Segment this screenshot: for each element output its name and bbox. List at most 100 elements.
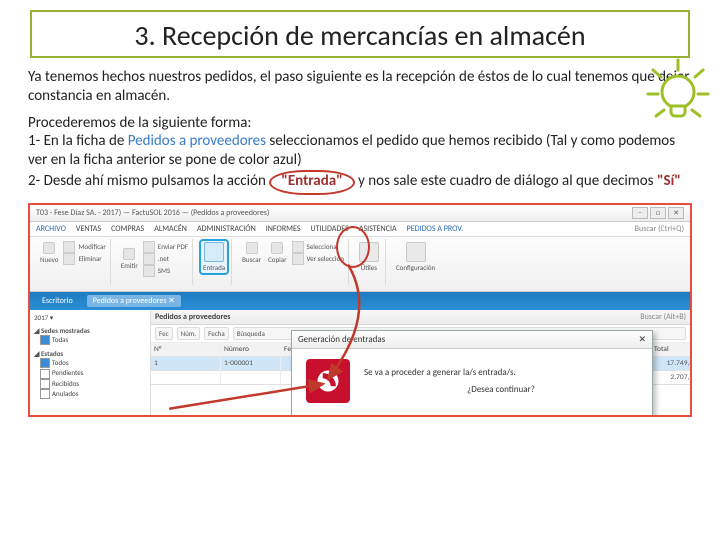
cell: 17.749,60: [651, 357, 690, 370]
menu-pedidos[interactable]: PEDIDOS A PROV.: [407, 224, 463, 234]
cell: 1-000001: [221, 357, 281, 370]
sect-estados: ◢ Estados: [34, 349, 146, 358]
ribbon-net[interactable]: .net: [143, 253, 188, 265]
estado-item[interactable]: Pendientes: [40, 368, 146, 378]
dialog-msg1: Se va a proceder a generar la/s entrada/…: [364, 367, 638, 378]
main-grid: Pedidos a proveedores Buscar (Alt+B) Fec…: [151, 310, 690, 417]
breadcrumbs: Escritorio Pedidos a proveedores ✕: [30, 292, 690, 310]
menu-archivo[interactable]: ARCHIVO: [36, 224, 66, 234]
cell: [221, 371, 281, 384]
checkbox-icon: [40, 358, 50, 368]
estado-item[interactable]: Todos: [40, 358, 146, 368]
body-text: Ya tenemos hechos nuestros pedidos, el p…: [28, 68, 692, 195]
step2-c: y nos sale este cuadro de diálogo al que…: [355, 172, 657, 190]
close-button[interactable]: ✕: [668, 207, 684, 219]
crumb-pedidos[interactable]: Pedidos a proveedores ✕: [87, 295, 181, 307]
ribbon-group-emision: Emitir Enviar PDF .net SMS: [115, 239, 193, 285]
menu-informes[interactable]: INFORMES: [266, 224, 301, 234]
grid-title-bar: Pedidos a proveedores Buscar (Alt+B): [151, 310, 690, 325]
ribbon-group-acciones: Entrada: [197, 239, 232, 285]
ribbon-sms[interactable]: SMS: [143, 265, 188, 277]
checkbox-icon: [40, 379, 50, 389]
ribbon-emitir[interactable]: Emitir: [119, 247, 140, 271]
menu-compras[interactable]: COMPRAS: [111, 224, 144, 234]
menu-utilidades[interactable]: UTILIDADES: [311, 224, 349, 234]
filter[interactable]: Fec: [155, 327, 173, 340]
step2-a: 2- Desde ahí mismo pulsamos la acción: [28, 172, 269, 190]
sede-item[interactable]: Todas: [40, 335, 146, 345]
grid-title: Pedidos a proveedores: [155, 312, 230, 322]
minimize-button[interactable]: –: [632, 207, 648, 219]
crumb-escritorio[interactable]: Escritorio: [36, 295, 79, 307]
printer-icon: [123, 248, 135, 260]
ribbon-pdf[interactable]: Enviar PDF: [143, 241, 188, 253]
filter[interactable]: Núm.: [177, 327, 201, 340]
menu-asistencia[interactable]: ASISTENCIA: [359, 224, 397, 234]
ribbon-nuevo[interactable]: Nuevo: [38, 241, 60, 265]
sidebar-left: 2017 ▾ ◢ Sedes mostradas Todas ◢ Estados…: [30, 310, 151, 417]
ribbon-modificar-label: Modificar: [78, 242, 105, 251]
pdf-icon: [143, 241, 155, 253]
dialog-msg2: ¿Desea continuar?: [364, 384, 638, 395]
ribbon-eliminar[interactable]: Eliminar: [63, 253, 105, 265]
ribbon-sms-label: SMS: [158, 266, 170, 275]
ribbon-buscar[interactable]: Buscar: [240, 241, 263, 265]
ribbon-group-mant: Nuevo Modificar Eliminar: [34, 239, 111, 285]
net-icon: [143, 253, 155, 265]
entrada-icon: [204, 242, 224, 262]
estado-label: Anulados: [52, 389, 78, 398]
select-icon: [292, 241, 304, 253]
app-logo-icon: [306, 359, 350, 403]
maximize-button[interactable]: □: [650, 207, 666, 219]
ribbon-copiar-label: Copiar: [268, 255, 287, 264]
ribbon-copiar[interactable]: Copiar: [266, 241, 289, 265]
estado-label: Recibidos: [52, 379, 79, 388]
step1-a: 1- En la ficha de: [28, 132, 128, 150]
window-title: T03 - Fese Díaz SA. - 2017) — FactuSOL 2…: [36, 208, 269, 218]
menu-ventas[interactable]: VENTAS: [76, 224, 101, 234]
ribbon-utiles[interactable]: Útiles: [357, 241, 381, 273]
ribbon-buscar-label: Buscar: [242, 255, 261, 264]
ribbon: Nuevo Modificar Eliminar Emitir Enviar P…: [30, 237, 690, 292]
estado-label: Todos: [52, 358, 69, 367]
sect-estados-label: Estados: [41, 349, 63, 358]
ribbon-eliminar-label: Eliminar: [78, 254, 101, 263]
ribbon-entrada-label: Entrada: [203, 263, 225, 272]
menu-admin[interactable]: ADMINISTRACIÓN: [197, 224, 256, 234]
ribbon-pdf-label: Enviar PDF: [158, 242, 188, 251]
ribbon-verselec[interactable]: Ver selección: [292, 253, 344, 265]
pencil-icon: [63, 241, 75, 253]
year-selector[interactable]: 2017 ▾: [34, 313, 146, 322]
menu-almacen[interactable]: ALMACÉN: [154, 224, 187, 234]
app-screenshot: T03 - Fese Díaz SA. - 2017) — FactuSOL 2…: [28, 203, 692, 417]
proc-intro: Procederemos de la siguiente forma:: [28, 114, 251, 132]
checkbox-icon: [40, 369, 50, 379]
checkbox-icon: [40, 335, 50, 345]
ribbon-verselec-label: Ver selección: [307, 254, 344, 263]
step2-si: "Sí": [657, 172, 681, 190]
estado-label: Pendientes: [52, 368, 84, 377]
estado-item[interactable]: Recibidos: [40, 379, 146, 389]
plus-icon: [43, 242, 55, 254]
ribbon-config-label: Configuración: [396, 263, 435, 272]
content-row: 2017 ▾ ◢ Sedes mostradas Todas ◢ Estados…: [30, 310, 690, 417]
dialog-close[interactable]: ✕: [638, 334, 646, 345]
filter[interactable]: Fecha: [204, 327, 229, 340]
ribbon-nuevo-label: Nuevo: [40, 255, 58, 264]
search-global[interactable]: Buscar (Ctrl+Q): [635, 224, 684, 234]
sect-sedes-label: Sedes mostradas: [41, 326, 90, 335]
grid-search[interactable]: Buscar (Alt+B): [640, 312, 686, 322]
slide-title-box: 3. Recepción de mercancías en almacén: [30, 10, 690, 58]
ribbon-config[interactable]: Configuración: [394, 241, 437, 273]
ribbon-seleccionar[interactable]: Selecciona: [292, 241, 344, 253]
dialog-buttons: Sí No: [292, 411, 652, 417]
window-controls: – □ ✕: [632, 207, 684, 219]
checkbox-icon: [40, 389, 50, 399]
col-total: Total: [651, 343, 690, 356]
dialog-generacion: Generación de entradas ✕ Se va a procede…: [291, 330, 653, 417]
step2-entrada: "Entrada": [269, 170, 354, 195]
ribbon-entrada[interactable]: Entrada: [201, 241, 227, 273]
estado-item[interactable]: Anulados: [40, 389, 146, 399]
ribbon-modificar[interactable]: Modificar: [63, 241, 105, 253]
sms-icon: [143, 265, 155, 277]
